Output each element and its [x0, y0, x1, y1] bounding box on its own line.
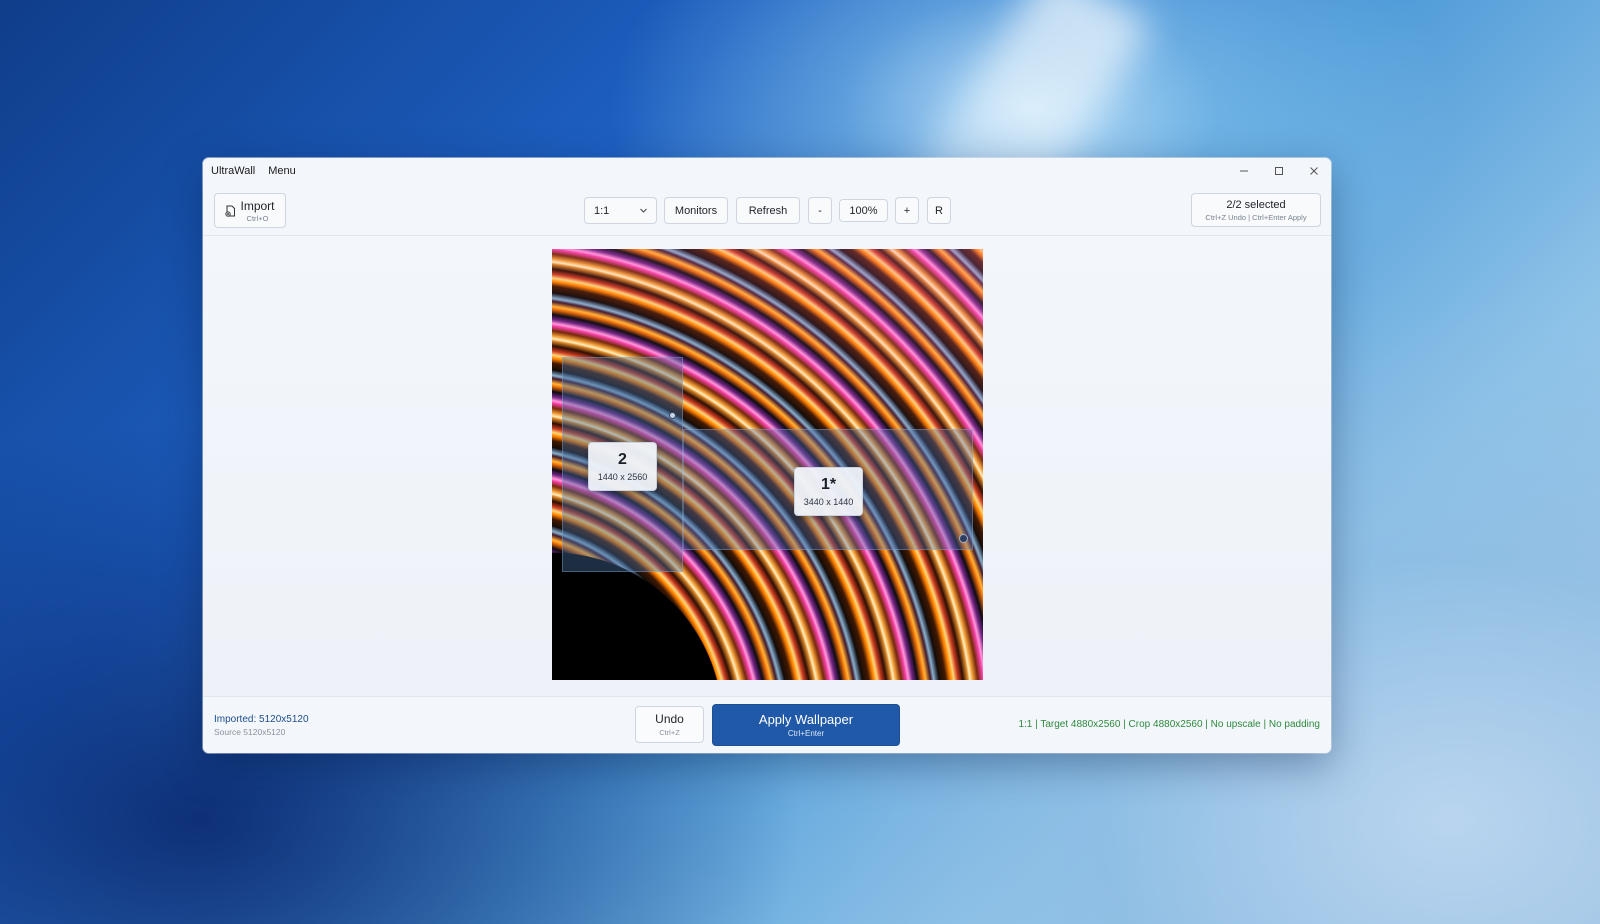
minimize-icon [1239, 170, 1248, 172]
import-info: Imported: 5120x5120 Source 5120x5120 [214, 714, 309, 737]
aspect-ratio-value: 1:1 [594, 204, 610, 217]
undo-button[interactable]: Undo Ctrl+Z [635, 706, 704, 743]
monitor-1-label: 1* 3440 x 1440 [794, 467, 863, 516]
status-bar: Imported: 5120x5120 Source 5120x5120 Und… [203, 696, 1331, 753]
crop-status-text: 1:1 | Target 4880x2560 | Crop 4880x2560 … [1018, 719, 1320, 730]
monitors-button[interactable]: Monitors [664, 197, 728, 224]
undo-shortcut: Ctrl+Z [659, 728, 680, 737]
maximize-button[interactable] [1261, 158, 1296, 184]
undo-label: Undo [655, 712, 684, 726]
source-size: Source 5120x5120 [214, 727, 286, 737]
monitor-2-id: 2 [618, 451, 627, 468]
import-button[interactable]: Import Ctrl+O [214, 193, 286, 228]
toolbar: Import Ctrl+O 1:1 Monitors Refresh - 100… [203, 184, 1331, 236]
zoom-out-button[interactable]: - [808, 197, 832, 224]
window-controls [1226, 158, 1331, 184]
apply-wallpaper-button[interactable]: Apply Wallpaper Ctrl+Enter [712, 704, 900, 746]
imported-size: Imported: 5120x5120 [214, 714, 309, 725]
preview-canvas: 2 1440 x 2560 1* 3440 x 1440 [203, 236, 1331, 696]
monitor-1-resize-handle[interactable] [959, 534, 968, 543]
chevron-down-icon [640, 208, 647, 213]
refresh-button[interactable]: Refresh [736, 197, 800, 224]
maximize-icon [1274, 167, 1283, 175]
monitor-1-id: 1* [820, 476, 837, 493]
monitor-1-resolution: 3440 x 1440 [803, 497, 854, 507]
minimize-button[interactable] [1226, 158, 1261, 184]
selection-status-button[interactable]: 2/2 selected Ctrl+Z Undo | Ctrl+Enter Ap… [1191, 193, 1321, 227]
close-button[interactable] [1296, 158, 1331, 184]
zoom-level-field[interactable]: 100% [839, 199, 888, 222]
import-label: Import [240, 198, 275, 213]
monitor-2-resolution: 1440 x 2560 [597, 472, 648, 482]
monitor-2-resize-handle[interactable] [669, 412, 676, 419]
aspect-ratio-select[interactable]: 1:1 [584, 197, 657, 224]
import-file-icon [225, 205, 236, 217]
menu-button[interactable]: Menu [268, 165, 296, 177]
import-shortcut: Ctrl+O [246, 213, 269, 223]
app-title: UltraWall [211, 165, 256, 177]
selection-count: 2/2 selected [1226, 198, 1286, 211]
selection-shortcut-hint: Ctrl+Z Undo | Ctrl+Enter Apply [1205, 212, 1307, 222]
zoom-in-button[interactable]: + [895, 197, 919, 224]
apply-shortcut: Ctrl+Enter [787, 729, 825, 738]
monitor-2-label: 2 1440 x 2560 [588, 442, 657, 491]
title-bar[interactable]: UltraWall Menu [203, 158, 1331, 184]
reset-zoom-button[interactable]: R [927, 197, 951, 224]
wallpaper-preview-image[interactable]: 2 1440 x 2560 1* 3440 x 1440 [552, 249, 983, 680]
apply-label: Apply Wallpaper [758, 712, 854, 727]
app-window: UltraWall Menu Import Ctrl+O 1:1 Monitor… [203, 158, 1331, 753]
close-icon [1309, 167, 1318, 175]
